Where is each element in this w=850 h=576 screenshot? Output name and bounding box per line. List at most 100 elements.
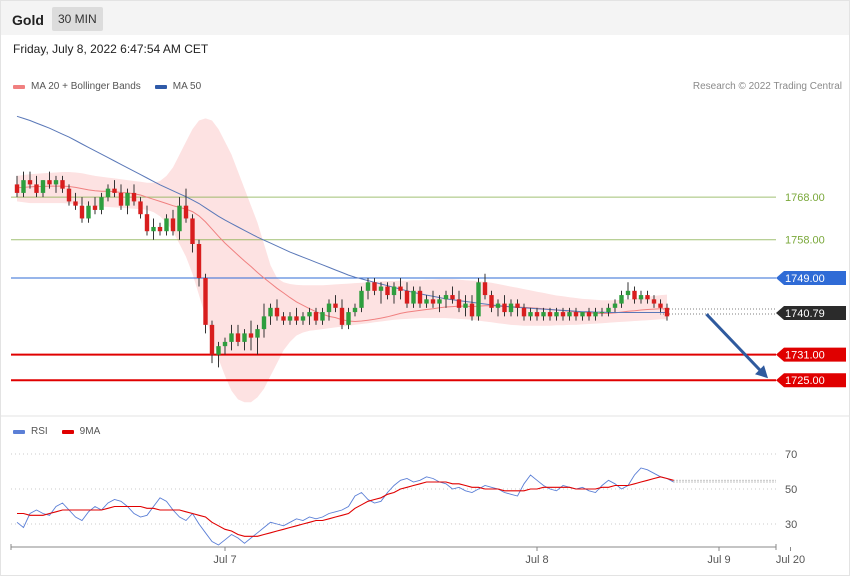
candle-body: [60, 180, 65, 189]
candle-body: [515, 303, 520, 308]
candle-body: [625, 290, 631, 296]
candle-body: [645, 295, 650, 300]
candle-body: [606, 307, 611, 313]
x-tick-label: Jul 20: [776, 554, 805, 566]
candle-body: [508, 303, 514, 313]
candle: [151, 218, 156, 240]
candle-body: [404, 290, 410, 304]
candle-body: [391, 286, 397, 296]
candle-body: [378, 286, 384, 291]
candle-body: [554, 312, 559, 317]
candle-body: [274, 307, 280, 317]
candle-body: [242, 333, 247, 342]
candle-body: [216, 346, 221, 355]
candle-body: [651, 299, 657, 304]
candle-body: [430, 299, 436, 304]
candle-body: [86, 205, 91, 219]
candle-body: [53, 180, 59, 185]
candle: [209, 320, 215, 364]
candle-body: [92, 205, 98, 210]
candle-body: [287, 316, 293, 321]
candle-body: [463, 303, 468, 308]
candle: [157, 222, 163, 236]
candle-body: [437, 299, 442, 304]
candle-body: [339, 307, 345, 325]
candle-body: [209, 324, 215, 355]
candle-body: [417, 290, 423, 304]
level-label-1731: 1731.00: [785, 350, 825, 362]
candle-body: [385, 286, 390, 296]
candle-body: [118, 192, 124, 206]
candle-body: [320, 312, 325, 321]
level-label-1758: 1758.00: [785, 235, 825, 247]
rsi-level-label-70: 70: [785, 449, 797, 461]
candle-body: [170, 218, 176, 232]
candle-body: [66, 188, 72, 202]
candle-body: [443, 295, 449, 300]
candle-body: [47, 180, 52, 185]
candle-body: [476, 282, 481, 317]
candle-body: [359, 290, 364, 308]
candle-body: [658, 303, 663, 308]
candle: [203, 273, 208, 334]
candle-body: [580, 312, 585, 317]
rsi-level-label-30: 30: [785, 519, 797, 531]
candle-body: [34, 184, 39, 193]
candle: [476, 278, 481, 321]
candle-body: [190, 218, 195, 244]
candle-body: [268, 307, 273, 317]
x-tick-label: Jul 8: [525, 554, 548, 566]
candle-body: [248, 333, 254, 338]
candle-body: [21, 180, 26, 193]
candle: [625, 282, 631, 300]
candle-body: [586, 312, 592, 317]
candle-body: [638, 295, 644, 300]
candle-body: [281, 316, 286, 321]
candle-body: [229, 333, 234, 342]
candle-body: [528, 312, 533, 317]
candle-body: [495, 303, 501, 308]
candle-body: [541, 312, 546, 317]
candle-body: [521, 307, 527, 317]
candle-body: [365, 282, 371, 291]
candle-body: [164, 218, 169, 232]
candle-body: [138, 201, 143, 215]
ma50-line: [16, 115, 667, 313]
candle-body: [502, 303, 507, 313]
candle-body: [326, 303, 332, 313]
rsi-level-label-50: 50: [785, 484, 797, 496]
candle-body: [183, 205, 189, 219]
candle-body: [398, 286, 403, 291]
candle-body: [144, 214, 150, 232]
candle-body: [112, 188, 117, 193]
candle-body: [196, 243, 202, 279]
candle-body: [73, 201, 78, 206]
candle-body: [307, 312, 312, 317]
candle-body: [456, 299, 462, 308]
candle-body: [151, 226, 156, 232]
candle-body: [105, 188, 111, 198]
candle-body: [560, 312, 566, 317]
candle-body: [131, 192, 137, 202]
x-tick-label: Jul 9: [707, 554, 730, 566]
candle-body: [300, 316, 306, 321]
candle-body: [352, 307, 358, 313]
candle-body: [547, 312, 553, 317]
candle-body: [333, 303, 338, 308]
candle-body: [125, 192, 130, 206]
candle-body: [294, 316, 299, 321]
candle-body: [261, 316, 267, 330]
level-label-1749: 1749.00: [785, 273, 825, 285]
candle-body: [573, 312, 579, 317]
candle-body: [14, 184, 20, 193]
candle-body: [235, 333, 241, 342]
rsi-9ma-line: [17, 476, 674, 537]
level-label-1725: 1725.00: [785, 375, 825, 387]
candle-body: [157, 226, 163, 232]
level-label-1768: 1768.00: [785, 192, 825, 204]
chart-canvas: 1768.00 1758.00 1749.00 1731.00 1725.00 1740.…: [1, 115, 849, 566]
candle-body: [482, 282, 488, 296]
candle-body: [222, 341, 228, 347]
forecast-arrow-line: [705, 313, 764, 374]
x-tick-label: Jul 7: [213, 554, 236, 566]
